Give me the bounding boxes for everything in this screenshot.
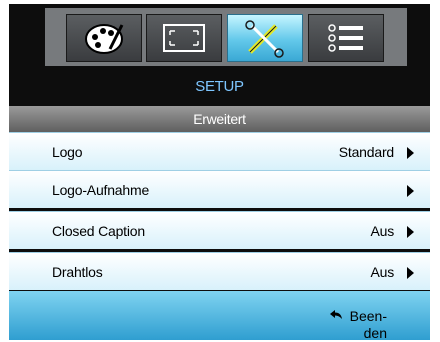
submenu-header: Erweitert [9,106,430,132]
tab-image[interactable] [146,14,222,62]
chevron-right-icon [407,147,414,159]
exit-label-line2: den [363,325,387,341]
osd-menu: SETUP Erweitert Logo Standard Logo-Aufna… [9,4,430,341]
tab-display[interactable] [66,14,142,62]
menu-item-value: Aus [370,223,394,239]
menu-item-logo[interactable]: Logo Standard [9,132,430,170]
menu-item-logo-capture[interactable]: Logo-Aufnahme [9,170,430,208]
tab-bar [45,8,407,66]
tab-setup[interactable] [227,14,303,62]
list-icon [328,24,363,52]
menu-item-label: Closed Caption [52,223,145,239]
screen-icon [163,24,205,52]
back-arrow-icon [330,310,342,319]
chevron-right-icon [407,226,414,238]
menu-item-wireless[interactable]: Drahtlos Aus [9,252,430,290]
tools-icon [245,20,284,58]
tab-options[interactable] [308,14,384,62]
menu-title: SETUP [195,78,244,95]
exit-label-line1: Been- [349,308,387,324]
menu-item-label: Logo [52,144,83,160]
menu-item-value: Standard [338,144,394,160]
chevron-right-icon [407,185,414,197]
palette-icon [85,24,124,54]
menu-item-label: Logo-Aufnahme [52,182,150,198]
chevron-right-icon [407,267,414,279]
menu-item-closed-caption[interactable]: Closed Caption Aus [9,211,430,249]
menu-item-value: Aus [370,264,394,280]
menu-item-label: Drahtlos [52,264,103,280]
